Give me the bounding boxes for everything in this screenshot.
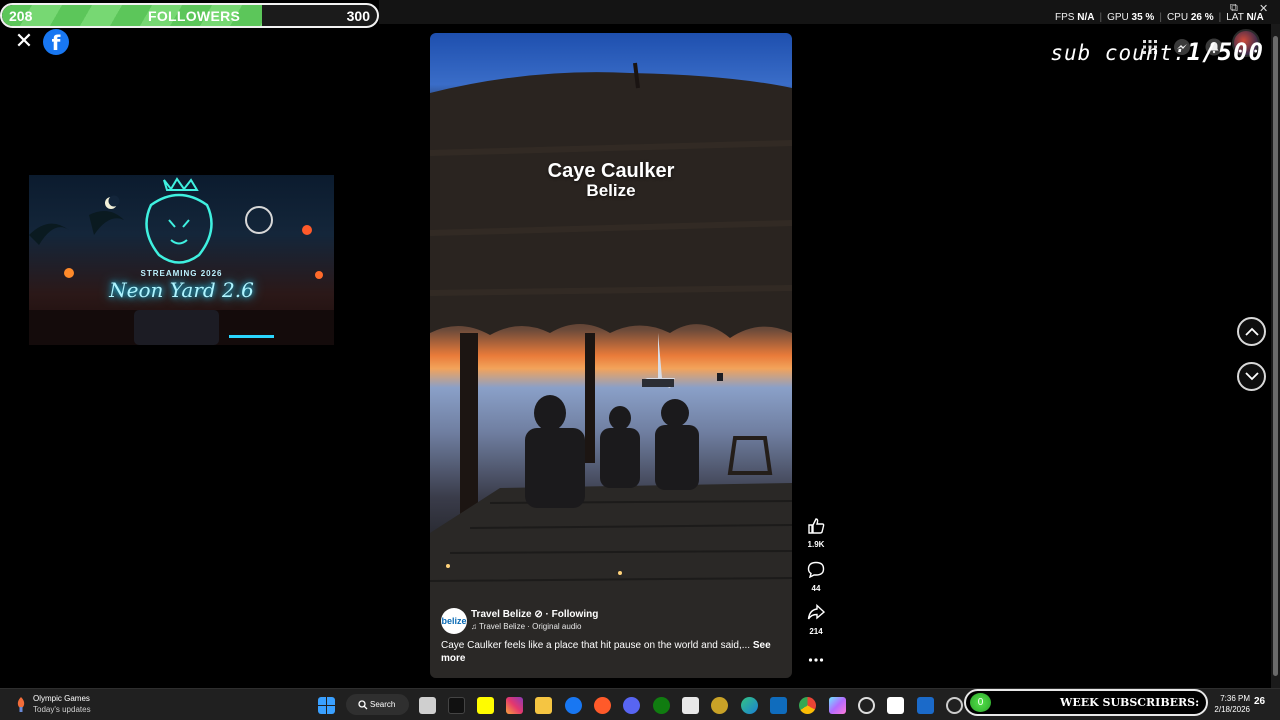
instagram-icon[interactable] xyxy=(506,697,523,714)
like-icon xyxy=(808,518,825,534)
app-icon[interactable] xyxy=(917,697,934,714)
share-icon xyxy=(807,603,826,620)
task-view-icon[interactable] xyxy=(419,697,436,714)
share-button[interactable]: 214 xyxy=(804,603,828,636)
previous-reel-button[interactable] xyxy=(1237,317,1266,346)
capcut-icon[interactable] xyxy=(887,697,904,714)
caption-text: Caye Caulker feels like a place that hit… xyxy=(441,640,751,651)
close-icon[interactable]: ✕ xyxy=(14,30,34,52)
author-name[interactable]: Travel Belize xyxy=(471,609,532,620)
chevron-up-icon xyxy=(1244,327,1259,336)
sub-count-value: 1/500 xyxy=(1186,38,1264,66)
author-name-line: Travel Belize ⊘ · Following xyxy=(471,609,598,620)
week-subscribers-bar: 0 WEEK SUBSCRIBERS: xyxy=(964,689,1208,716)
fps-label: FPS xyxy=(1055,12,1075,23)
snapchat-icon[interactable] xyxy=(477,697,494,714)
post-caption: Caye Caulker feels like a place that hit… xyxy=(441,639,786,665)
news-subtitle: Today's updates xyxy=(33,705,91,714)
news-title: Olympic Games xyxy=(33,694,90,703)
neon-lion-artwork xyxy=(29,177,334,345)
streaming-app-icon[interactable] xyxy=(594,697,611,714)
league-client-icon[interactable] xyxy=(711,697,728,714)
edge-icon[interactable] xyxy=(741,697,758,714)
close-window-icon[interactable]: ✕ xyxy=(1259,2,1268,15)
video-scene xyxy=(430,62,792,678)
cpu-value: 26 % xyxy=(1190,12,1214,23)
more-options-button[interactable] xyxy=(804,650,828,668)
following-button[interactable]: · Following xyxy=(546,609,599,620)
windows-taskbar: Olympic Games Today's updates Search 0 W… xyxy=(0,688,1280,720)
olympic-torch-icon xyxy=(17,697,25,712)
clock-date: 2/18/2026 xyxy=(1214,705,1250,714)
stream-overlay-card: STREAMING 2026 Neon Yard 2.6 xyxy=(29,175,334,345)
like-count: 1.9K xyxy=(807,540,825,549)
tiktok-icon[interactable] xyxy=(448,697,465,714)
file-explorer-icon[interactable] xyxy=(535,697,552,714)
notification-count[interactable]: 26 xyxy=(1254,696,1266,708)
neon-card-subtitle: STREAMING 2026 xyxy=(140,269,223,278)
fps-value: N/A xyxy=(1077,12,1095,23)
gpu-label: GPU xyxy=(1107,12,1129,23)
windows-start-icon[interactable] xyxy=(318,697,335,714)
chrome-icon[interactable] xyxy=(799,697,816,714)
comment-count: 44 xyxy=(811,584,821,593)
settings-icon[interactable] xyxy=(946,697,963,714)
next-reel-button[interactable] xyxy=(1237,362,1266,391)
search-label: Search xyxy=(370,700,396,709)
week-subscribers-label: WEEK SUBSCRIBERS: xyxy=(1060,696,1200,709)
followers-current: 208 xyxy=(9,8,33,24)
followers-label: FOLLOWERS xyxy=(148,8,241,24)
video-title: Caye Caulker xyxy=(547,160,675,182)
neon-card-title: Neon Yard 2.6 xyxy=(109,278,254,302)
audio-info[interactable]: ♫ Travel Belize · Original audio xyxy=(471,622,582,631)
speedometer-icon[interactable] xyxy=(858,697,875,714)
microsoft-store-icon[interactable] xyxy=(682,697,699,714)
outlook-icon[interactable] xyxy=(770,697,787,714)
reel-video[interactable]: Caye Caulker Belize belize Travel Belize… xyxy=(430,33,792,678)
cpu-label: CPU xyxy=(1166,12,1189,23)
sub-count-label: sub count: xyxy=(1050,41,1187,65)
share-count: 214 xyxy=(809,627,823,636)
facebook-taskbar-icon[interactable] xyxy=(565,697,582,714)
clock-time: 7:36 PM xyxy=(1220,694,1250,703)
discord-icon[interactable] xyxy=(623,697,640,714)
week-subscribers-count: 0 xyxy=(970,693,991,712)
more-icon xyxy=(808,658,824,662)
taskbar-search[interactable]: Search xyxy=(346,694,409,715)
gpu-value: 35 % xyxy=(1131,12,1155,23)
scrollbar-thumb[interactable] xyxy=(1273,36,1278,676)
xbox-icon[interactable] xyxy=(653,697,670,714)
system-clock[interactable]: 7:36 PM 2/18/2026 xyxy=(1214,693,1250,715)
video-subtitle: Belize xyxy=(586,181,636,200)
restore-window-icon[interactable]: ⧉ xyxy=(1230,2,1238,15)
verified-icon: ⊘ xyxy=(534,609,543,620)
comment-icon xyxy=(807,561,825,579)
chevron-down-icon xyxy=(1244,372,1259,381)
search-icon xyxy=(358,700,368,710)
comment-button[interactable]: 44 xyxy=(804,561,828,593)
like-button[interactable]: 1.9K xyxy=(804,517,828,549)
author-avatar[interactable]: belize xyxy=(441,608,467,634)
sub-count-overlay: sub count:1/500 xyxy=(1050,38,1264,66)
followers-progress-bar: 208 FOLLOWERS 300 xyxy=(0,3,379,28)
copilot-icon[interactable] xyxy=(829,697,846,714)
followers-goal: 300 xyxy=(346,8,370,24)
facebook-logo[interactable]: f xyxy=(43,29,69,55)
